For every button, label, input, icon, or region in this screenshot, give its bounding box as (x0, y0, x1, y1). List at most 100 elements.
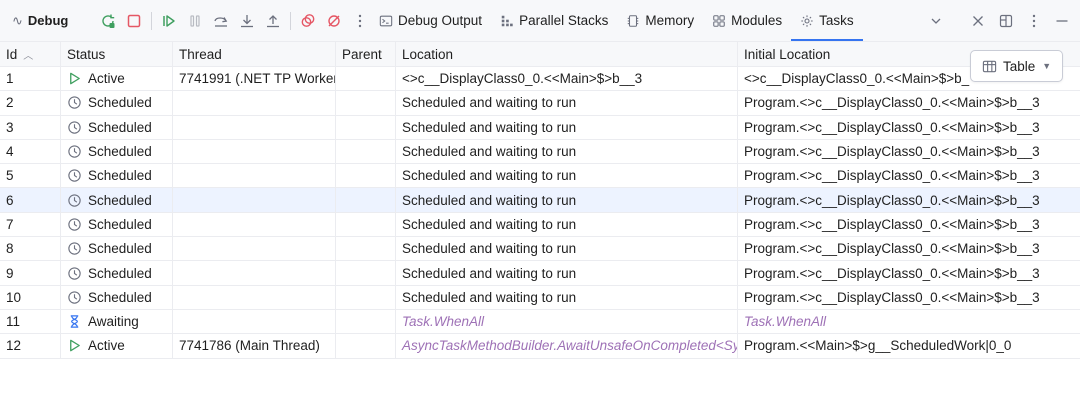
clock-icon (68, 145, 81, 158)
cell-thread-text: 7741991 (.NET TP Worker) (179, 71, 336, 87)
table-row[interactable]: 9 Scheduled Scheduled and waiting to run Pr… (0, 261, 1080, 286)
tab-tasks[interactable]: Tasks (791, 0, 863, 41)
pause-icon[interactable] (182, 8, 208, 34)
kebab-menu-icon[interactable] (1020, 8, 1048, 34)
stop-icon[interactable] (121, 8, 147, 34)
cell-status-text: Scheduled (88, 192, 152, 208)
chevron-down-icon[interactable] (922, 8, 950, 34)
step-out-icon[interactable] (260, 8, 286, 34)
cell-location: Scheduled and waiting to run (396, 237, 738, 261)
view-breakpoints-icon[interactable] (295, 8, 321, 34)
cell-status: Scheduled (61, 115, 173, 139)
cell-id-text: 5 (6, 168, 14, 184)
cell-location-text: Scheduled and waiting to run (402, 144, 577, 160)
clock-icon (68, 121, 81, 134)
cell-parent (336, 285, 396, 309)
table-row[interactable]: 11 Awaiting Task.WhenAll Task.WhenAll (0, 309, 1080, 335)
column-header-status-label: Status (67, 46, 106, 62)
cell-initial-location: Task.WhenAll (738, 310, 1080, 333)
layout-icon[interactable] (992, 8, 1020, 34)
column-header-status[interactable]: Status (61, 42, 173, 66)
debug-wave-icon: ∿ (12, 12, 23, 28)
table-row[interactable]: 8 Scheduled Scheduled and waiting to run Pr… (0, 237, 1080, 262)
cell-location-text: Scheduled and waiting to run (402, 119, 577, 135)
cell-initial-location: Program.<>c__DisplayClass0_0.<<Main>$>b_… (738, 140, 1080, 163)
cell-parent (336, 115, 396, 139)
tab-modules[interactable]: Modules (703, 0, 791, 41)
cell-status: Scheduled (61, 164, 173, 188)
step-over-icon[interactable] (208, 8, 234, 34)
tab-memory[interactable]: Memory (617, 0, 703, 41)
tab-parallel-stacks[interactable]: Parallel Stacks (491, 0, 617, 41)
tab-debug-output[interactable]: Debug Output (370, 0, 491, 41)
cell-id: 4 (0, 139, 61, 164)
sort-ascending-icon: ︿ (23, 50, 34, 62)
cell-id: 1 (0, 67, 61, 91)
memory-icon (628, 14, 639, 27)
cell-id-text: 3 (6, 119, 14, 135)
cell-id: 8 (0, 237, 61, 261)
cell-thread (173, 285, 336, 309)
table-row[interactable]: 3 Scheduled Scheduled and waiting to run Pr… (0, 115, 1080, 140)
cell-initial-location-text: Program.<>c__DisplayClass0_0.<<Main>$>b_… (744, 265, 1040, 281)
cell-thread (173, 309, 336, 334)
cell-initial-location: Program.<>c__DisplayClass0_0.<<Main>$>b_… (738, 188, 1080, 211)
cell-id: 3 (0, 115, 61, 139)
cell-parent (336, 309, 396, 334)
cell-id-text: 9 (6, 265, 14, 281)
view-mode-label: Table (1003, 58, 1036, 74)
tab-memory-label: Memory (645, 13, 695, 28)
cell-initial-location-text: Program.<<Main>$>g__ScheduledWork|0_0 (744, 338, 1012, 354)
cell-id-text: 11 (6, 314, 21, 330)
cell-thread (173, 139, 336, 164)
cell-initial-location-text: Program.<>c__DisplayClass0_0.<<Main>$>b_… (744, 241, 1040, 257)
cell-location: Scheduled and waiting to run (396, 212, 738, 237)
cell-initial-location: Program.<>c__DisplayClass0_0.<<Main>$>b_… (738, 213, 1080, 236)
cell-location-text: Scheduled and waiting to run (402, 192, 577, 208)
cell-id-text: 6 (6, 192, 14, 208)
cell-status-text: Awaiting (88, 314, 139, 330)
cell-parent (336, 261, 396, 285)
cell-thread-text: 7741786 (Main Thread) (179, 338, 320, 354)
cell-location-text: Scheduled and waiting to run (402, 95, 577, 111)
table-row[interactable]: 7 Scheduled Scheduled and waiting to run Pr… (0, 212, 1080, 238)
table-row[interactable]: 10 Scheduled Scheduled and waiting to run P… (0, 285, 1080, 310)
resume-icon[interactable] (156, 8, 182, 34)
column-header-id[interactable]: Id ︿ (0, 42, 61, 66)
column-header-id-label: Id (6, 46, 18, 62)
cell-initial-location-text: Program.<>c__DisplayClass0_0.<<Main>$>b_… (744, 216, 1040, 232)
toolbar-divider (290, 11, 291, 30)
clock-icon (68, 96, 81, 110)
clock-icon (68, 266, 81, 280)
table-row[interactable]: 1 Active 7741991 (.NET TP Worker) <>c__Disp… (0, 67, 1080, 92)
table-row[interactable]: 12 Active 7741786 (Main Thread) AsyncTaskMe… (0, 334, 1080, 359)
column-header-thread[interactable]: Thread (173, 42, 336, 66)
clock-icon (68, 218, 81, 231)
cell-location: Scheduled and waiting to run (396, 164, 738, 188)
mute-breakpoints-icon[interactable] (321, 8, 347, 34)
cell-id: 7 (0, 212, 61, 237)
table-row[interactable]: 6 Scheduled Scheduled and waiting to run Pr… (0, 188, 1080, 213)
rerun-icon[interactable] (95, 8, 121, 34)
table-row[interactable]: 2 Scheduled Scheduled and waiting to run Pr… (0, 91, 1080, 116)
step-into-icon[interactable] (234, 8, 260, 34)
active-play-icon (70, 340, 80, 352)
view-mode-dropdown[interactable]: Table ▼ (970, 50, 1063, 82)
cell-id: 12 (0, 334, 61, 358)
column-header-parent[interactable]: Parent (336, 42, 396, 66)
debug-tabs: Debug Output Parallel Stacks Memory Modu… (370, 0, 863, 41)
minimize-icon[interactable] (1048, 8, 1076, 34)
column-header-thread-label: Thread (179, 46, 222, 62)
cell-thread: 7741786 (Main Thread) (173, 334, 336, 358)
cell-initial-location-text: Program.<>c__DisplayClass0_0.<<Main>$>b_… (744, 168, 1040, 184)
table-row[interactable]: 4 Scheduled Scheduled and waiting to run Pr… (0, 139, 1080, 165)
close-icon[interactable] (964, 8, 992, 34)
cell-thread (173, 164, 336, 188)
cell-status: Scheduled (61, 188, 173, 212)
toolbar-divider (151, 11, 152, 30)
cell-thread (173, 237, 336, 261)
cell-status: Awaiting (61, 309, 173, 334)
table-row[interactable]: 5 Scheduled Scheduled and waiting to run Pr… (0, 164, 1080, 189)
column-header-location[interactable]: Location (396, 42, 738, 66)
cell-id-text: 12 (6, 338, 22, 354)
